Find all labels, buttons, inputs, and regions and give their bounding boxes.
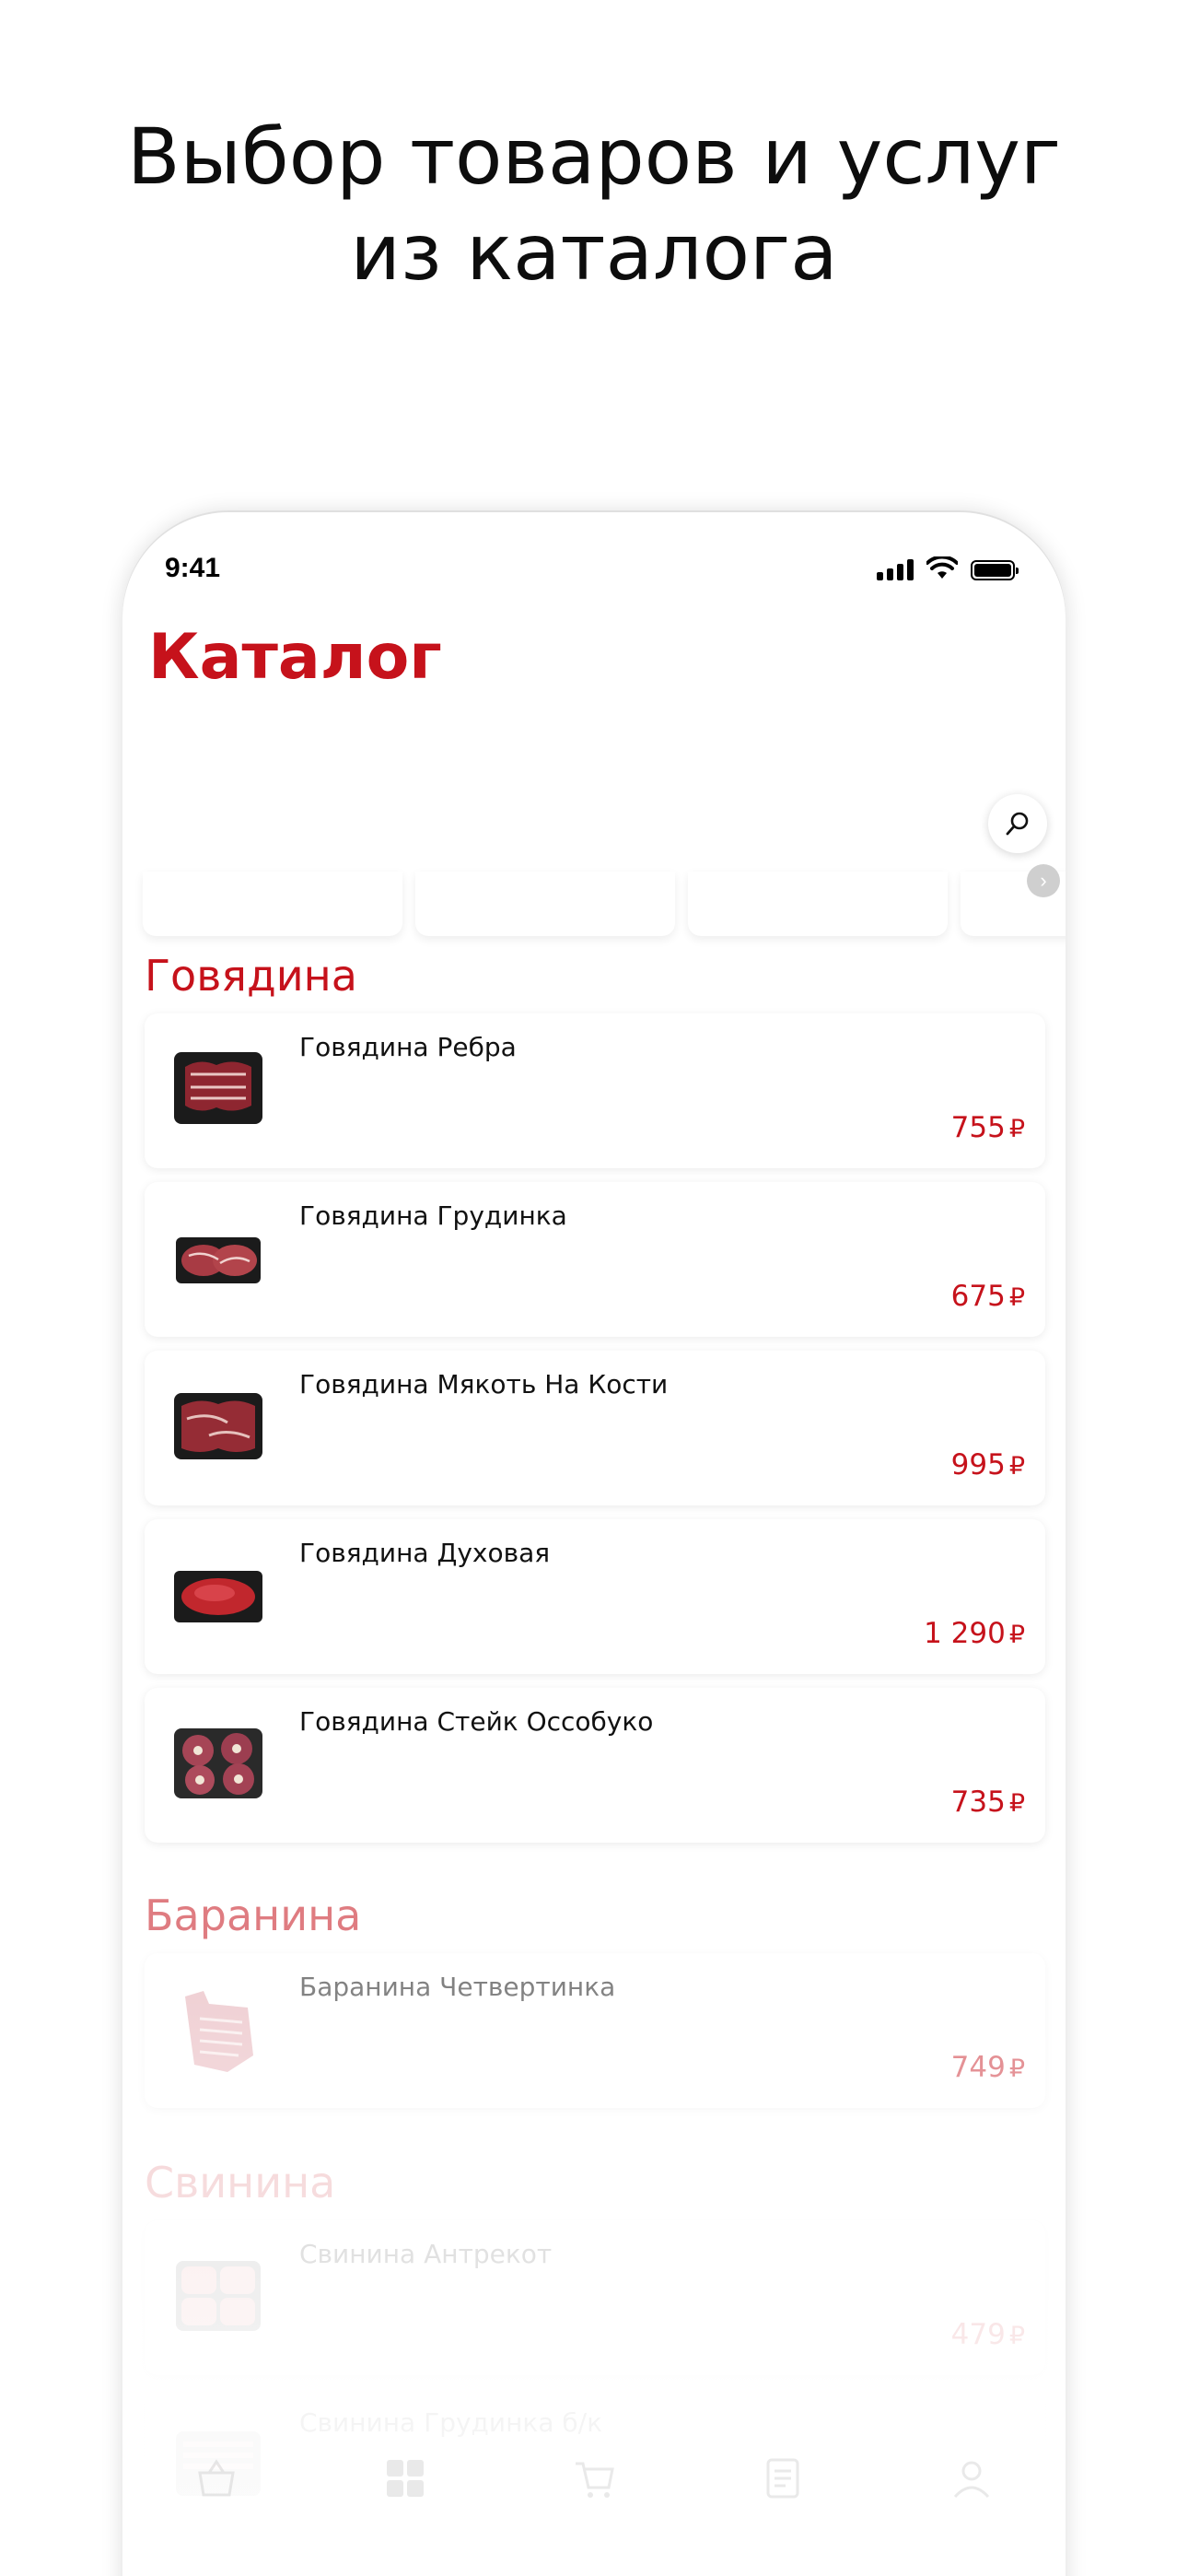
product-card[interactable]: Баранина Четвертинка 749 ₽ bbox=[145, 1953, 1045, 2108]
product-name: Баранина Четвертинка bbox=[299, 1972, 616, 2002]
category-strip[interactable] bbox=[143, 872, 1066, 936]
orders-icon bbox=[766, 2458, 799, 2499]
price-value: 755 bbox=[950, 1111, 1006, 1144]
product-price: 995 ₽ bbox=[951, 1448, 1025, 1481]
currency-symbol: ₽ bbox=[1008, 1115, 1025, 1143]
product-name: Говядина Мякоть На Кости bbox=[299, 1369, 669, 1399]
product-image-beef-bone-in bbox=[174, 1393, 262, 1459]
product-card[interactable]: Говядина Мякоть На Кости 995 ₽ bbox=[145, 1351, 1045, 1505]
product-card[interactable]: Говядина Стейк Оссобуко 735 ₽ bbox=[145, 1688, 1045, 1843]
product-image-beef-ossobuco bbox=[174, 1728, 262, 1798]
basket-icon bbox=[198, 2459, 236, 2497]
tab-catalog[interactable] bbox=[336, 2456, 474, 2558]
tab-basket[interactable] bbox=[147, 2456, 285, 2558]
phone-frame: 9:41 Каталог › Говядина Говядина Ребра 7… bbox=[122, 512, 1066, 2576]
product-name: Говядина Духовая bbox=[299, 1538, 551, 1568]
status-time: 9:41 bbox=[165, 553, 221, 583]
product-price: 479 ₽ bbox=[951, 2318, 1025, 2351]
product-card[interactable]: Свинина Антрекот 479 ₽ bbox=[145, 2220, 1045, 2375]
category-strip-next-button[interactable]: › bbox=[1027, 864, 1060, 897]
currency-symbol: ₽ bbox=[1008, 1621, 1025, 1649]
category-card[interactable] bbox=[415, 872, 675, 936]
status-icons bbox=[877, 556, 1019, 580]
product-image-beef-oven bbox=[174, 1571, 262, 1622]
section-title-beef: Говядина bbox=[145, 951, 357, 1001]
product-image-pork-entrecote bbox=[176, 2261, 261, 2331]
product-price: 735 ₽ bbox=[951, 1786, 1025, 1819]
product-price: 1 290 ₽ bbox=[924, 1617, 1025, 1650]
cart-icon bbox=[575, 2462, 614, 2498]
section-title-lamb: Баранина bbox=[145, 1891, 362, 1940]
currency-symbol: ₽ bbox=[1008, 1283, 1025, 1312]
product-name: Говядина Грудинка bbox=[299, 1200, 567, 1231]
wifi-icon bbox=[926, 556, 958, 579]
product-name: Говядина Стейк Оссобуко bbox=[299, 1706, 654, 1737]
product-name: Говядина Ребра bbox=[299, 1032, 517, 1062]
product-name: Свинина Грудинка б/к bbox=[299, 2407, 602, 2438]
price-value: 995 bbox=[950, 1448, 1006, 1481]
price-value: 749 bbox=[950, 2051, 1006, 2084]
product-card[interactable]: Говядина Грудинка 675 ₽ bbox=[145, 1182, 1045, 1337]
category-card[interactable] bbox=[143, 872, 402, 936]
tab-bar bbox=[122, 2456, 1066, 2558]
product-price: 755 ₽ bbox=[951, 1111, 1025, 1144]
product-card[interactable]: Говядина Духовая 1 290 ₽ bbox=[145, 1519, 1045, 1674]
category-card[interactable] bbox=[688, 872, 948, 936]
currency-symbol: ₽ bbox=[1008, 1452, 1025, 1481]
price-value: 735 bbox=[950, 1786, 1006, 1819]
tab-cart[interactable] bbox=[525, 2456, 663, 2558]
cellular-signal-icon bbox=[877, 558, 914, 580]
product-price: 675 ₽ bbox=[951, 1280, 1025, 1313]
search-icon bbox=[1006, 812, 1029, 836]
tab-profile[interactable] bbox=[903, 2456, 1041, 2558]
promo-title: Выбор товаров и услуг из каталога bbox=[0, 109, 1188, 300]
price-value: 675 bbox=[950, 1280, 1006, 1313]
search-button[interactable] bbox=[988, 794, 1047, 853]
currency-symbol: ₽ bbox=[1008, 2055, 1025, 2083]
promo-title-line-2: из каталога bbox=[350, 207, 838, 298]
product-image-beef-ribs bbox=[174, 1052, 262, 1124]
product-price: 749 ₽ bbox=[951, 2051, 1025, 2084]
section-title-pork: Свинина bbox=[145, 2158, 336, 2207]
status-bar: 9:41 bbox=[165, 547, 1019, 593]
product-image-beef-brisket bbox=[176, 1237, 261, 1283]
price-value: 479 bbox=[950, 2318, 1006, 2351]
product-name: Свинина Антрекот bbox=[299, 2239, 553, 2269]
price-value: 1 290 bbox=[924, 1617, 1006, 1650]
profile-icon bbox=[953, 2461, 989, 2499]
currency-symbol: ₽ bbox=[1008, 2322, 1025, 2350]
chevron-right-icon: › bbox=[1040, 869, 1047, 892]
product-image-lamb-quarter bbox=[185, 1991, 253, 2072]
page-title: Каталог bbox=[148, 621, 442, 694]
product-card[interactable]: Говядина Ребра 755 ₽ bbox=[145, 1013, 1045, 1168]
promo-title-line-1: Выбор товаров и услуг bbox=[126, 111, 1062, 202]
currency-symbol: ₽ bbox=[1008, 1789, 1025, 1818]
tab-orders[interactable] bbox=[714, 2456, 852, 2558]
catalog-grid-icon bbox=[387, 2460, 425, 2497]
battery-icon bbox=[971, 560, 1019, 580]
